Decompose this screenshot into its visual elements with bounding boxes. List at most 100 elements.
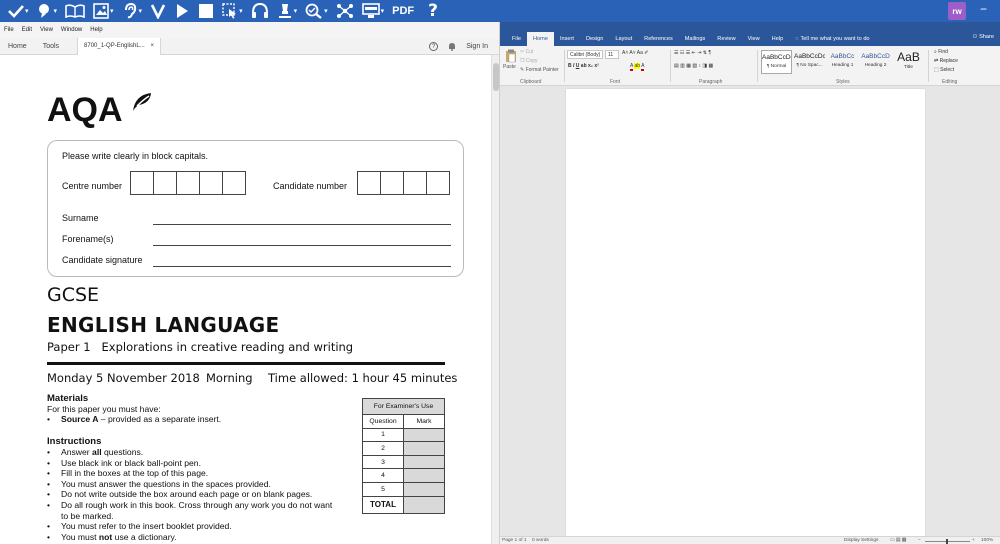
vocabulary-icon[interactable]: ▾	[301, 0, 332, 22]
style-heading-1[interactable]: AaBbCc Heading 1	[827, 50, 858, 74]
picture-dictionary-icon[interactable]: ▾	[89, 0, 118, 22]
stop-icon[interactable]	[194, 0, 218, 22]
style-heading-2[interactable]: AaBbCcD Heading 2	[860, 50, 891, 74]
play-icon[interactable]	[170, 0, 194, 22]
zoom-out-button[interactable]: −	[918, 538, 921, 543]
digit-box[interactable]	[403, 171, 427, 195]
document-page[interactable]	[566, 89, 925, 537]
select-button[interactable]: ⬚ Select	[934, 67, 954, 73]
mark-column-header: Mark	[403, 414, 445, 429]
forenames-line[interactable]	[153, 245, 451, 246]
replace-button[interactable]: ⇄ Replace	[934, 58, 958, 64]
page-count[interactable]: Page 1 of 1	[502, 538, 527, 543]
pdf-button[interactable]: PDF	[388, 0, 418, 22]
ribbon-separator	[670, 50, 671, 82]
font-color-buttons[interactable]: A ab A	[630, 63, 645, 71]
share-button[interactable]: ⚇ Share	[972, 34, 994, 40]
tab-file[interactable]: File	[506, 32, 527, 46]
font-name-select[interactable]: Calibri (Body)	[567, 50, 603, 59]
word-count[interactable]: 0 words	[532, 538, 549, 543]
tab-review[interactable]: Review	[711, 32, 741, 46]
digit-box[interactable]	[380, 171, 404, 195]
list-buttons[interactable]: ☰ ☷ ☰ ⇤ ⇥ ⇅ ¶	[674, 50, 711, 56]
tab-tools[interactable]: Tools	[35, 43, 67, 50]
screen-mask-icon[interactable]: ▾	[358, 0, 389, 22]
instruction-text: You must refer to the insert booklet pro…	[61, 521, 232, 532]
close-icon[interactable]: ×	[151, 43, 155, 49]
tell-me-text: Tell me what you want to do	[800, 36, 870, 42]
digit-box[interactable]	[153, 171, 177, 195]
signature-line[interactable]	[153, 266, 451, 267]
verb-icon[interactable]	[146, 0, 170, 22]
menu-file[interactable]: File	[4, 27, 14, 33]
style-normal[interactable]: AaBbCcDc ¶ Normal	[761, 50, 792, 74]
menu-view[interactable]: View	[40, 27, 53, 33]
zoom-in-button[interactable]: +	[972, 538, 975, 543]
dictionary-icon[interactable]	[61, 0, 89, 22]
mindmap-icon[interactable]	[332, 0, 358, 22]
highlighter-icon[interactable]: ▾	[273, 0, 302, 22]
zoom-slider-thumb[interactable]	[946, 539, 948, 544]
menu-window[interactable]: Window	[61, 27, 82, 33]
sound-icon[interactable]: ▾	[118, 0, 147, 22]
digit-box[interactable]	[130, 171, 154, 195]
font-format-buttons[interactable]: B I U ab x₂ x²	[568, 63, 599, 69]
digit-box[interactable]	[426, 171, 450, 195]
bullet: •	[47, 531, 51, 542]
tab-design[interactable]: Design	[580, 32, 609, 46]
tell-me-box[interactable]: ◌ Tell me what you want to do	[789, 32, 875, 46]
copy-button[interactable]: ❐ Copy	[520, 58, 538, 64]
help-circle-icon[interactable]: ?	[429, 42, 439, 51]
digit-box[interactable]	[222, 171, 246, 195]
format-painter-button[interactable]: ✎ Format Painter	[520, 67, 559, 73]
help-button[interactable]: ?	[424, 0, 442, 22]
tab-mailings[interactable]: Mailings	[679, 32, 712, 46]
view-mode-buttons[interactable]: ▭ ▤ ▦	[890, 538, 906, 543]
tab-home[interactable]: Home	[0, 43, 35, 50]
paste-button[interactable]: Paste	[503, 64, 516, 70]
sign-in-link[interactable]: Sign In	[466, 43, 488, 50]
bell-icon[interactable]	[448, 42, 456, 51]
find-button[interactable]: ⌕ Find	[934, 49, 948, 55]
tab-view[interactable]: View	[742, 32, 766, 46]
menu-help[interactable]: Help	[90, 27, 102, 33]
instruction-text: to be marked.	[61, 510, 114, 521]
qualification-title: GCSE	[47, 284, 100, 306]
tab-layout[interactable]: Layout	[609, 32, 638, 46]
alignment-buttons[interactable]: ▤ ▥ ▦ ▧ ↕ ◨ ▦	[674, 63, 713, 69]
cut-label: Cut	[525, 49, 534, 55]
digit-box[interactable]	[199, 171, 223, 195]
readwrite-logo-icon[interactable]: rw	[948, 2, 966, 20]
find-label: Find	[938, 49, 948, 55]
centre-number-field[interactable]	[130, 171, 246, 195]
style-title[interactable]: AaB Title	[893, 50, 924, 74]
menu-edit[interactable]: Edit	[22, 27, 32, 33]
headset-icon[interactable]	[247, 0, 273, 22]
tab-document[interactable]: 8700_1-QP-EnglishL... ×	[77, 37, 162, 55]
tab-help[interactable]: Help	[766, 32, 790, 46]
speech-icon[interactable]: ▾	[33, 0, 62, 22]
font-size-buttons[interactable]: A˄ A˅ Aa ✐	[622, 50, 648, 56]
minimize-icon[interactable]: −	[980, 3, 987, 15]
tab-references[interactable]: References	[638, 32, 679, 46]
acrobat-right-controls: ? Sign In	[429, 38, 488, 55]
display-settings-button[interactable]: Display Settings	[844, 538, 878, 543]
style-no-spacing[interactable]: AaBbCcDc ¶ No Spac...	[794, 50, 825, 74]
tab-home[interactable]: Home	[527, 32, 554, 46]
zoom-level[interactable]: 100%	[981, 538, 993, 543]
check-icon[interactable]: ▾	[4, 0, 33, 22]
tab-insert[interactable]: Insert	[554, 32, 580, 46]
screen-select-icon[interactable]: ▾	[218, 0, 247, 22]
word-scrollbar[interactable]	[990, 86, 1000, 536]
font-size-select[interactable]: 11	[605, 50, 619, 59]
digit-box[interactable]	[357, 171, 381, 195]
bullet: •	[47, 478, 51, 489]
candidate-number-field[interactable]	[357, 171, 450, 195]
digit-box[interactable]	[176, 171, 200, 195]
surname-line[interactable]	[153, 224, 451, 225]
total-label: TOTAL	[362, 495, 404, 514]
cut-button[interactable]: ✂ Cut	[520, 49, 533, 55]
question-number-cell: 4	[362, 468, 404, 483]
paste-icon[interactable]	[505, 49, 517, 63]
mark-cell	[403, 427, 445, 443]
